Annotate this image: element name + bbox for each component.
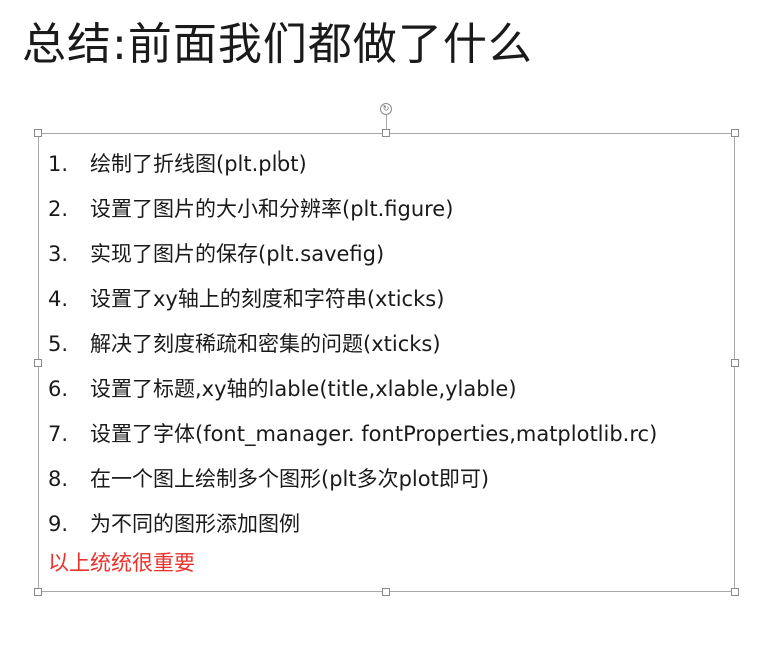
slide-canvas: 总结:前面我们都做了什么 ↻ 1. 绘制了折线图(plt.plot) 2. 设置了图… xyxy=(0,0,782,661)
text-cursor-icon: I xyxy=(277,147,282,166)
slide-title[interactable]: 总结:前面我们都做了什么 xyxy=(22,10,533,80)
list-item-number: 7. xyxy=(48,422,69,446)
list-item-text: 设置了标题,xy轴的lable(title,xlable,ylable) xyxy=(90,377,517,401)
list-item[interactable]: 7. 设置了字体(font_manager. fontProperties,mat… xyxy=(48,416,657,461)
list-item-text: 设置了图片的大小和分辨率(plt.figure) xyxy=(90,197,454,221)
list-item-number: 2. xyxy=(48,197,69,221)
list-item[interactable]: 3. 实现了图片的保存(plt.savefig) xyxy=(48,236,657,281)
resize-handle-bottom-right[interactable] xyxy=(731,588,739,596)
list-item[interactable]: 8. 在一个图上绘制多个图形(plt多次plot即可) xyxy=(48,461,657,506)
list-item-number: 4. xyxy=(48,287,69,311)
list-item[interactable]: 1. 绘制了折线图(plt.plot) xyxy=(48,146,657,191)
resize-handle-middle-left[interactable] xyxy=(34,359,42,367)
rotate-icon[interactable]: ↻ xyxy=(380,103,392,115)
list-item-number: 3. xyxy=(48,242,69,266)
list-item-text: 实现了图片的保存(plt.savefig) xyxy=(90,242,385,266)
list-item[interactable]: 4. 设置了xy轴上的刻度和字符串(xticks) xyxy=(48,281,657,326)
list-item-text: 为不同的图形添加图例 xyxy=(90,512,300,536)
list-item[interactable]: 6. 设置了标题,xy轴的lable(title,xlable,ylable) xyxy=(48,371,657,416)
list-item[interactable]: 2. 设置了图片的大小和分辨率(plt.figure) xyxy=(48,191,657,236)
list-item[interactable]: 5. 解决了刻度稀疏和密集的问题(xticks) xyxy=(48,326,657,371)
important-note[interactable]: 以上统统很重要 xyxy=(48,545,195,581)
list-item-number: 6. xyxy=(48,377,69,401)
list-item-number: 1. xyxy=(48,152,69,176)
list-item-number: 8. xyxy=(48,467,69,491)
list-item-text: 设置了xy轴上的刻度和字符串(xticks) xyxy=(90,287,445,311)
list-item-text: 设置了字体(font_manager. fontProperties,matpl… xyxy=(90,422,658,446)
list-item-text: 在一个图上绘制多个图形(plt多次plot即可) xyxy=(90,467,490,491)
summary-list: 1. 绘制了折线图(plt.plot) 2. 设置了图片的大小和分辨率(plt.fi… xyxy=(48,146,657,551)
list-item-text: 解决了刻度稀疏和密集的问题(xticks) xyxy=(90,332,441,356)
resize-handle-top-right[interactable] xyxy=(731,129,739,137)
resize-handle-top-center[interactable] xyxy=(382,129,390,137)
list-item-number: 9. xyxy=(48,512,69,536)
resize-handle-bottom-center[interactable] xyxy=(382,588,390,596)
resize-handle-bottom-left[interactable] xyxy=(34,588,42,596)
resize-handle-top-left[interactable] xyxy=(34,129,42,137)
resize-handle-middle-right[interactable] xyxy=(731,359,739,367)
list-item-text: 绘制了折线图(plt.plot) xyxy=(90,152,307,176)
list-item-number: 5. xyxy=(48,332,69,356)
